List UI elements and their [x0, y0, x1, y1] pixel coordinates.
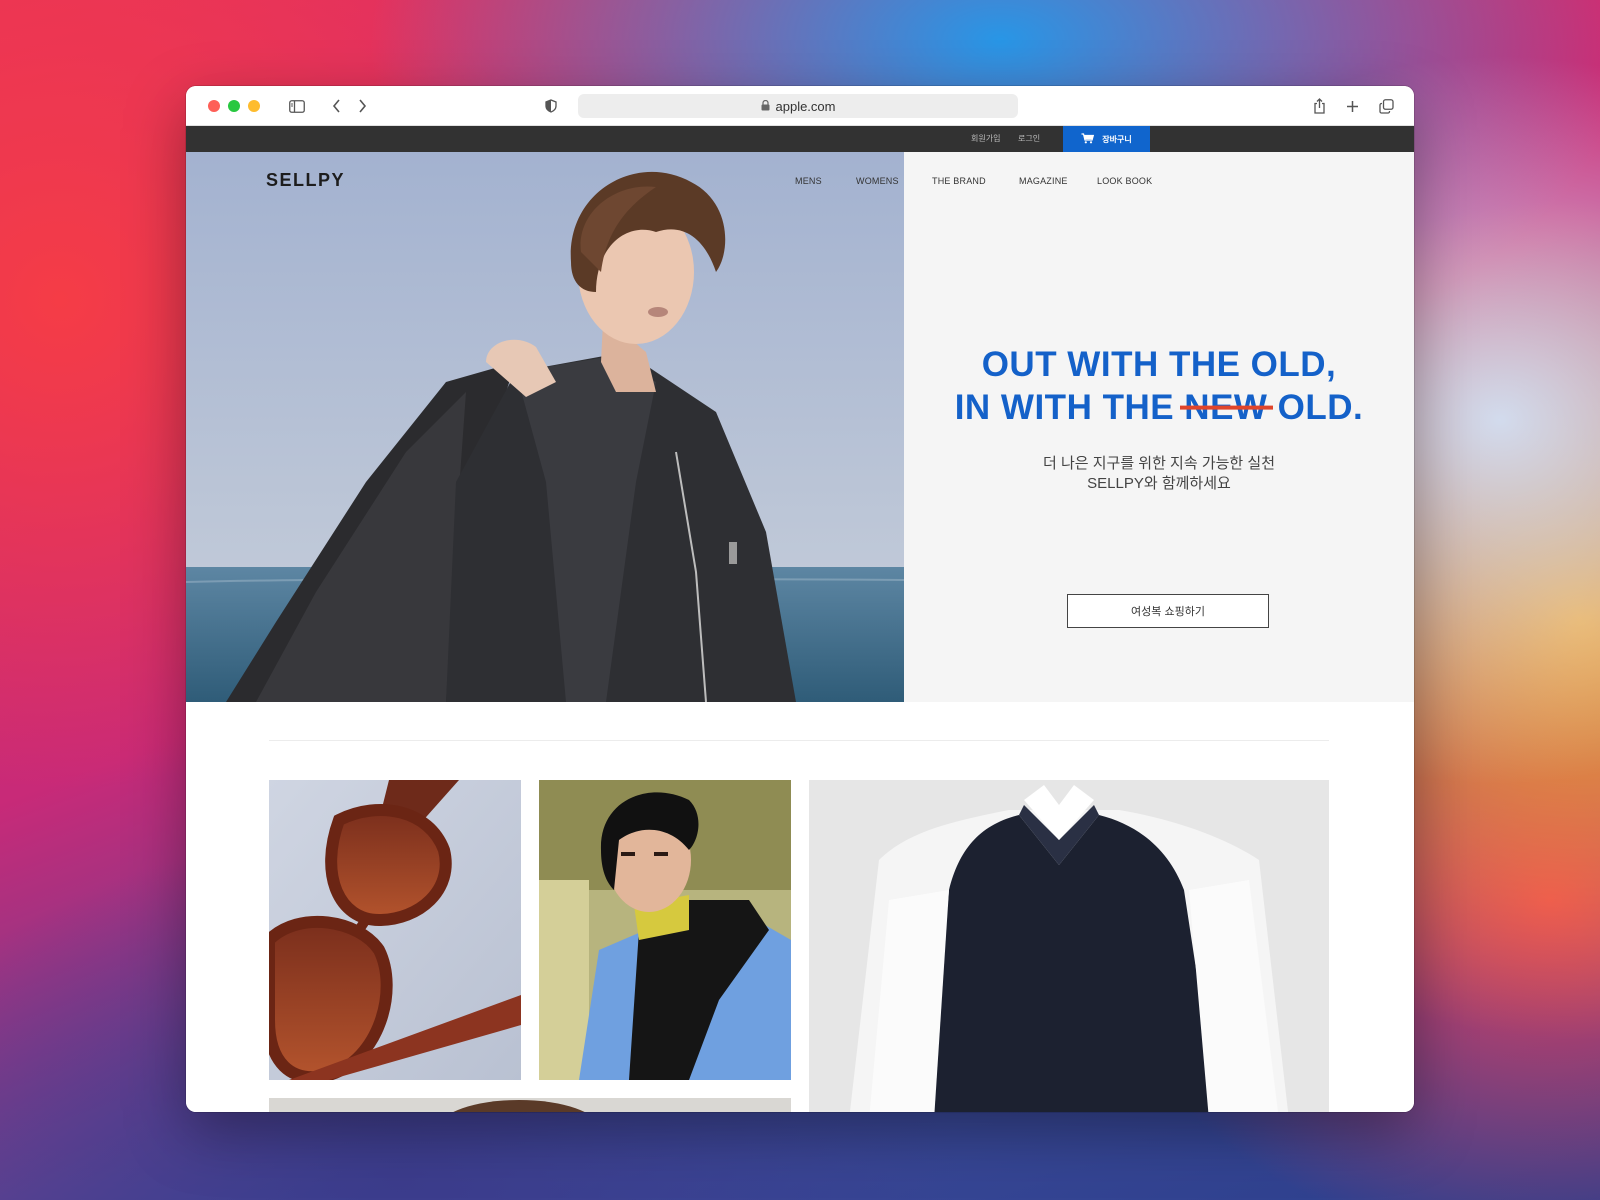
product-tile-partial[interactable]: [269, 1098, 791, 1112]
nav-look-book[interactable]: LOOK BOOK: [1097, 176, 1152, 186]
address-bar[interactable]: apple.com: [578, 94, 1018, 118]
url-text: apple.com: [775, 98, 836, 114]
hero-subcopy-line1: 더 나은 지구를 위한 지속 가능한 실천: [1042, 455, 1275, 472]
lock-icon: [761, 99, 770, 114]
nav-mens[interactable]: MENS: [795, 176, 822, 186]
hero-text-panel: OUT WITH THE OLD, IN WITH THE NEW OLD. 더…: [904, 152, 1414, 702]
headline-text: OLD.: [1267, 388, 1364, 427]
zoom-window-button[interactable]: [248, 100, 260, 112]
shop-womens-button[interactable]: 여성복 쇼핑하기: [1067, 594, 1269, 628]
signup-link[interactable]: 회원가입: [971, 133, 1000, 144]
headline-text: IN WITH THE: [954, 388, 1185, 427]
hero-headline-line1: OUT WITH THE OLD,: [981, 345, 1337, 384]
utility-bar: 회원가입 로그인 장바구니: [186, 126, 1414, 152]
minimize-window-button[interactable]: [228, 100, 240, 112]
cart-label: 장바구니: [1102, 134, 1132, 144]
section-divider: [269, 740, 1329, 741]
web-page: 회원가입 로그인 장바구니 OUT WITH THE OLD, IN WITH …: [186, 126, 1414, 1112]
privacy-shield-icon[interactable]: [541, 96, 561, 116]
back-icon[interactable]: [327, 96, 347, 116]
browser-toolbar: apple.com: [186, 86, 1414, 126]
tab-overview-icon[interactable]: [1376, 96, 1396, 116]
nav-womens[interactable]: WOMENS: [856, 176, 899, 186]
close-window-button[interactable]: [208, 100, 220, 112]
site-logo[interactable]: SELLPY: [266, 170, 345, 191]
browser-window: apple.com 회원가입 로그인 장바구니 OUT WITH THE OLD…: [186, 86, 1414, 1112]
product-tile-hoodie[interactable]: [539, 780, 791, 1080]
product-tile-knit-vest[interactable]: [809, 780, 1329, 1112]
nav-the-brand[interactable]: THE BRAND: [932, 176, 986, 186]
struck-word: NEW: [1184, 388, 1268, 427]
forward-icon[interactable]: [352, 96, 372, 116]
sidebar-toggle-icon[interactable]: [287, 96, 307, 116]
hero-image: [186, 152, 904, 702]
nav-magazine[interactable]: MAGAZINE: [1019, 176, 1068, 186]
share-icon[interactable]: [1309, 96, 1329, 116]
new-tab-icon[interactable]: [1342, 96, 1362, 116]
hero-subcopy-line2: SELLPY와 함께하세요: [1087, 475, 1231, 492]
login-link[interactable]: 로그인: [1018, 133, 1040, 144]
hero-headline-line2: IN WITH THE NEW OLD.: [904, 388, 1414, 428]
product-tile-sunglasses[interactable]: [269, 780, 521, 1080]
hero-section: OUT WITH THE OLD, IN WITH THE NEW OLD. 더…: [186, 152, 1414, 702]
cart-button[interactable]: 장바구니: [1063, 126, 1150, 152]
cart-icon: [1081, 132, 1095, 146]
